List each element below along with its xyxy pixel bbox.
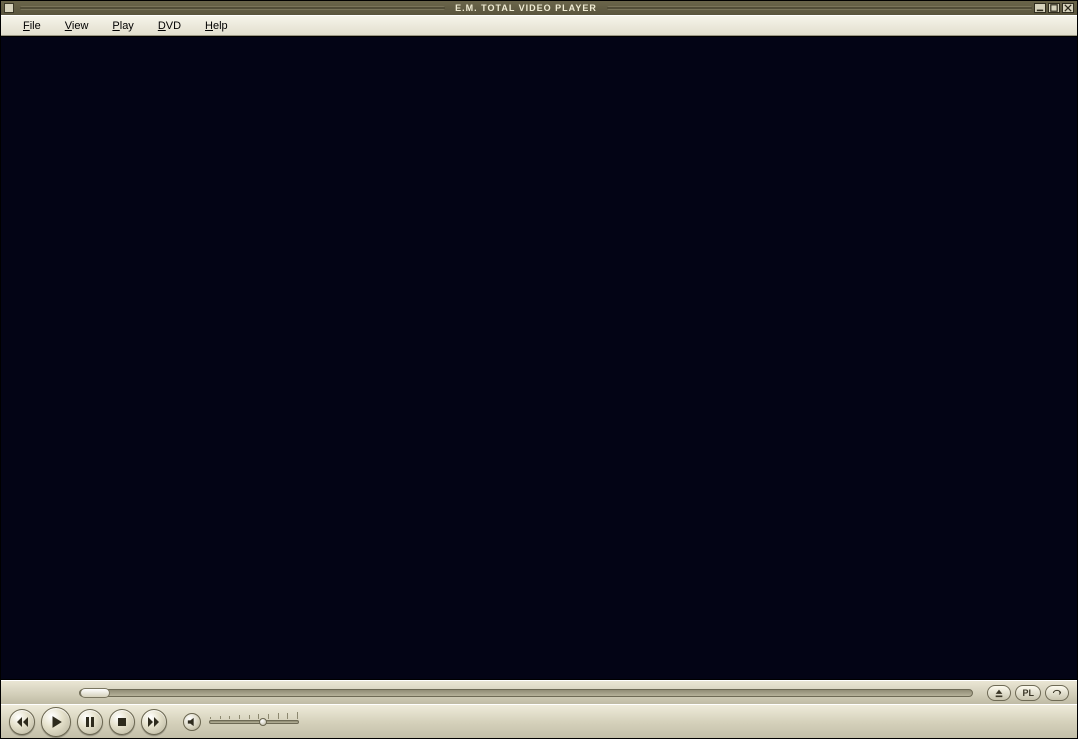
speaker-icon <box>187 717 197 727</box>
seek-bar-row: PL <box>1 680 1077 704</box>
mute-button[interactable] <box>183 713 201 731</box>
play-button[interactable] <box>41 707 71 737</box>
eject-icon <box>994 688 1004 698</box>
title-rail-left <box>20 6 445 10</box>
menu-dvd-label: VD <box>166 20 181 32</box>
maximize-button[interactable] <box>1048 3 1060 13</box>
maximize-icon <box>1050 4 1058 12</box>
close-icon <box>1064 4 1072 12</box>
seek-slider[interactable] <box>79 689 973 697</box>
minimize-icon <box>1036 4 1044 12</box>
window-title: E.M. TOTAL VIDEO PLAYER <box>445 3 607 13</box>
system-menu-icon[interactable] <box>4 3 14 13</box>
stop-icon <box>116 716 128 728</box>
pause-icon <box>84 716 96 728</box>
next-icon <box>148 716 160 728</box>
menu-bar: File View Play DVD Help <box>1 15 1077 36</box>
menu-view-label: iew <box>72 20 89 32</box>
title-rail-right <box>607 6 1032 10</box>
repeat-icon <box>1052 688 1062 698</box>
volume-slider[interactable] <box>209 720 299 724</box>
minimize-button[interactable] <box>1034 3 1046 13</box>
menu-play[interactable]: Play <box>100 18 145 34</box>
repeat-button[interactable] <box>1045 685 1069 701</box>
next-button[interactable] <box>141 709 167 735</box>
menu-help-label: elp <box>213 20 228 32</box>
seek-thumb[interactable] <box>80 688 110 698</box>
menu-play-label: lay <box>120 20 134 32</box>
menu-help[interactable]: Help <box>193 18 240 34</box>
volume-ticks <box>210 712 298 719</box>
control-bar <box>1 704 1077 738</box>
play-icon <box>49 715 63 729</box>
pause-button[interactable] <box>77 709 103 735</box>
stop-button[interactable] <box>109 709 135 735</box>
menu-view[interactable]: View <box>53 18 101 34</box>
menu-file-label: ile <box>30 20 41 32</box>
close-button[interactable] <box>1062 3 1074 13</box>
playlist-button-label: PL <box>1022 688 1034 698</box>
menu-dvd[interactable]: DVD <box>146 18 193 34</box>
previous-button[interactable] <box>9 709 35 735</box>
previous-icon <box>16 716 28 728</box>
playlist-button[interactable]: PL <box>1015 685 1041 701</box>
menu-file[interactable]: File <box>11 18 53 34</box>
video-canvas[interactable] <box>1 36 1077 680</box>
volume-thumb[interactable] <box>259 718 267 726</box>
title-bar: E.M. TOTAL VIDEO PLAYER <box>1 1 1077 15</box>
eject-button[interactable] <box>987 685 1011 701</box>
